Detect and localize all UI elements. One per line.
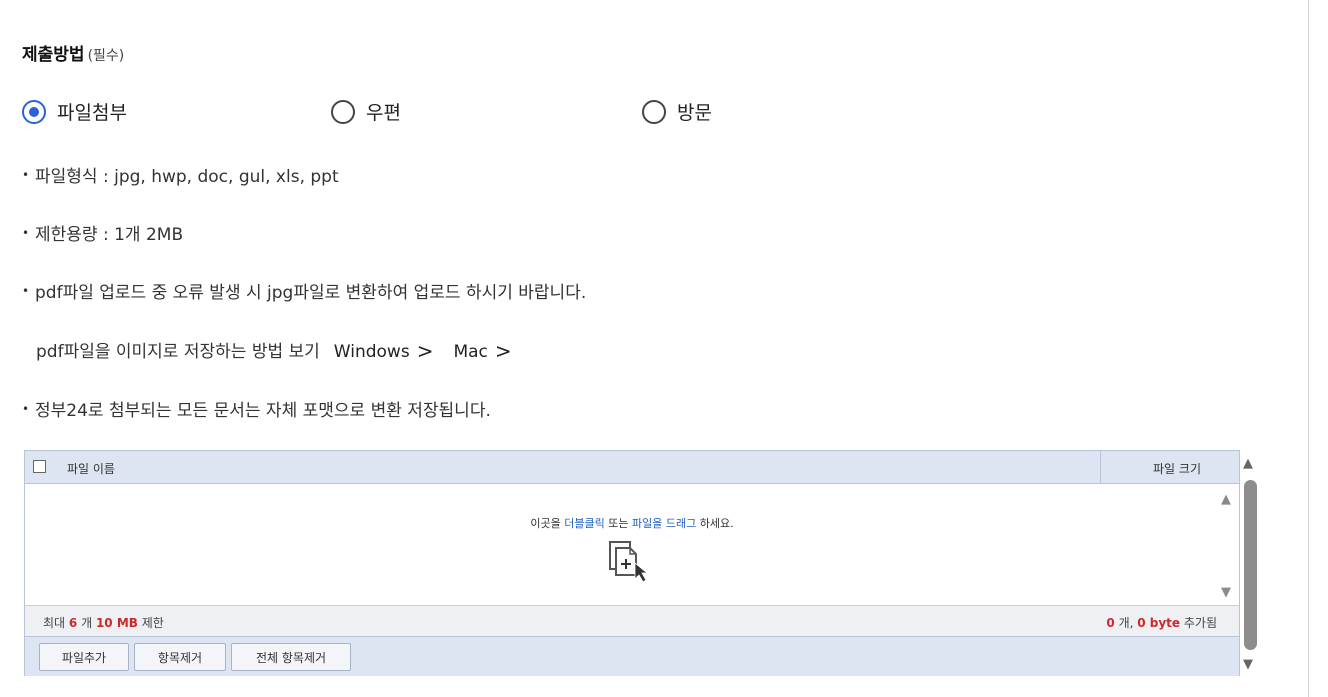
list-scroll-down-icon[interactable]: ▼ — [1221, 585, 1231, 600]
upload-added-text: 0 개, 0 byte 추가됨 — [1106, 614, 1217, 631]
column-file-name[interactable]: 파일 이름 — [67, 460, 115, 477]
added-unit: 개, — [1114, 616, 1138, 630]
info-pdf-help-text: pdf파일을 이미지로 저장하는 방법 보기 — [36, 342, 320, 362]
drop-hint-text: 이곳을 — [530, 517, 565, 530]
scroll-up-arrow-icon[interactable]: ▲ — [1243, 456, 1253, 471]
chevron-right-icon: > — [494, 339, 512, 363]
mac-link-label: Mac — [453, 342, 488, 362]
info-size-limit-text: 제한용량 : 1개 2MB — [35, 225, 184, 245]
radio-file-attach[interactable]: 파일첨부 — [22, 98, 127, 125]
chevron-right-icon: > — [416, 339, 434, 363]
drop-hint-drag: 파일을 드래그 — [632, 517, 697, 530]
bullet-icon: • — [22, 284, 30, 298]
remove-item-button[interactable]: 항목제거 — [134, 643, 226, 671]
add-file-icon — [609, 541, 649, 583]
radio-visit[interactable]: 방문 — [642, 98, 712, 125]
scroll-down-arrow-icon[interactable]: ▼ — [1243, 657, 1253, 672]
bullet-icon: • — [22, 168, 30, 182]
section-title: 제출방법 (필수) — [22, 40, 124, 65]
info-convert-notice-text: 정부24로 첨부되는 모든 문서는 자체 포맷으로 변환 저장됩니다. — [35, 401, 491, 421]
added-count: 0 — [1106, 616, 1115, 630]
drop-hint-doubleclick: 더블클릭 — [564, 517, 605, 530]
add-file-button[interactable]: 파일추가 — [39, 643, 129, 671]
file-uploader: 파일 이름 파일 크기 이곳을 더블클릭 또는 파일을 드래그 하세요. ▲ ▼… — [24, 450, 1240, 676]
radio-label-mail: 우편 — [366, 102, 401, 124]
mac-guide-link[interactable]: Mac > — [453, 339, 512, 363]
info-file-formats-text: 파일형식 : jpg, hwp, doc, gul, xls, ppt — [35, 167, 339, 187]
info-pdf-notice: • pdf파일 업로드 중 오류 발생 시 jpg파일로 변환하여 업로드 하시기… — [22, 278, 586, 303]
windows-guide-link[interactable]: Windows > — [333, 339, 434, 363]
required-marker: (필수) — [87, 48, 125, 64]
drop-hint: 이곳을 더블클릭 또는 파일을 드래그 하세요. — [25, 515, 1239, 531]
radio-mail[interactable]: 우편 — [331, 98, 401, 125]
limit-unit: 개 — [77, 616, 96, 630]
scrollbar-thumb[interactable] — [1244, 480, 1257, 650]
limit-suffix: 제한 — [137, 616, 164, 630]
remove-all-items-button[interactable]: 전체 항목제거 — [231, 643, 351, 671]
radio-circle[interactable] — [642, 99, 666, 124]
limit-size: 10 MB — [95, 616, 138, 630]
select-all-checkbox[interactable] — [33, 460, 46, 473]
bullet-icon: • — [22, 226, 30, 240]
file-drop-zone[interactable]: 이곳을 더블클릭 또는 파일을 드래그 하세요. ▲ ▼ — [25, 484, 1239, 604]
upload-status-bar: 최대 6 개 10 MB 제한 0 개, 0 byte 추가됨 — [25, 605, 1239, 636]
limit-prefix: 최대 — [43, 616, 69, 630]
radio-label-file-attach: 파일첨부 — [57, 102, 127, 124]
column-divider — [1100, 451, 1101, 483]
list-scroll-up-icon[interactable]: ▲ — [1221, 492, 1231, 507]
limit-count: 6 — [68, 616, 78, 630]
info-pdf-help: pdf파일을 이미지로 저장하는 방법 보기 Windows > Mac > — [36, 337, 512, 363]
page-right-border — [1308, 0, 1309, 697]
info-file-formats: • 파일형식 : jpg, hwp, doc, gul, xls, ppt — [22, 162, 339, 187]
submit-method-radio-group: 파일첨부 우편 방문 — [22, 98, 822, 128]
windows-link-label: Windows — [333, 342, 410, 362]
drop-hint-text: 하세요. — [696, 517, 734, 530]
radio-label-visit: 방문 — [677, 102, 712, 124]
added-size: 0 byte — [1137, 616, 1181, 630]
added-suffix: 추가됨 — [1180, 616, 1217, 630]
upload-limit-text: 최대 6 개 10 MB 제한 — [43, 614, 164, 631]
info-size-limit: • 제한용량 : 1개 2MB — [22, 220, 183, 245]
info-pdf-notice-text: pdf파일 업로드 중 오류 발생 시 jpg파일로 변환하여 업로드 하시기 … — [35, 283, 587, 303]
column-file-size[interactable]: 파일 크기 — [1153, 460, 1201, 477]
bullet-icon: • — [22, 402, 30, 416]
uploader-toolbar: 파일추가 항목제거 전체 항목제거 — [25, 636, 1239, 676]
drop-hint-text: 또는 — [604, 517, 632, 530]
radio-dot — [29, 106, 39, 117]
radio-circle[interactable] — [331, 99, 355, 124]
section-title-text: 제출방법 — [22, 45, 85, 65]
radio-circle-selected[interactable] — [22, 99, 46, 124]
info-convert-notice: • 정부24로 첨부되는 모든 문서는 자체 포맷으로 변환 저장됩니다. — [22, 396, 491, 421]
file-list-header: 파일 이름 파일 크기 — [25, 451, 1239, 484]
